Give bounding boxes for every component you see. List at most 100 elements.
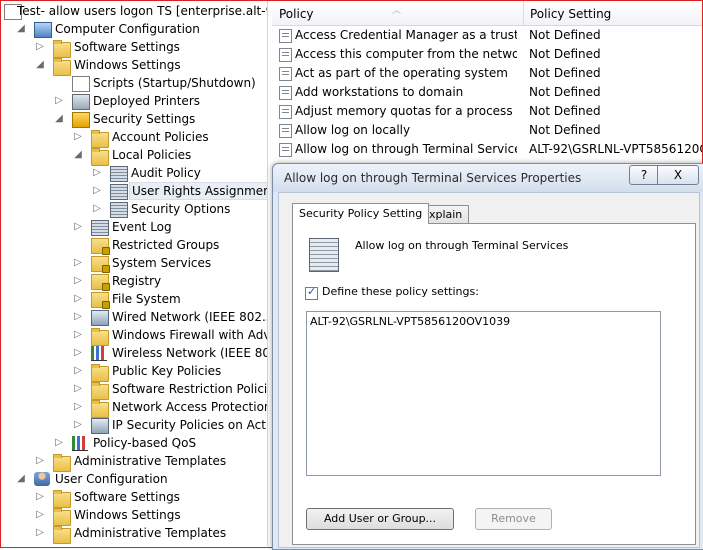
expand-icon[interactable]: ▷ (35, 488, 45, 506)
script-icon (72, 76, 90, 92)
policy-icon (110, 166, 128, 182)
expand-icon[interactable]: ▷ (35, 524, 45, 542)
expand-icon[interactable]: ▷ (35, 38, 45, 56)
policy-setting-cell: ALT-92\GSRLNL-VPT5856120OV1 (529, 142, 702, 156)
tree-node[interactable]: ▷ IP Security Policies on Active Dire (1, 416, 267, 434)
dialog-client: Security Policy Setting Explain Allow lo… (278, 192, 700, 548)
expand-icon[interactable]: ▷ (73, 290, 83, 308)
expand-icon[interactable]: ▷ (54, 434, 64, 452)
expand-icon[interactable]: ▷ (35, 452, 45, 470)
tree-node[interactable]: ◢ Computer Configuration (1, 20, 267, 38)
user-group-list[interactable]: ALT-92\GSRLNL-VPT5856120OV1039 (306, 311, 661, 476)
tree-node[interactable]: ▷ Windows Settings (1, 506, 267, 526)
expand-icon[interactable]: ▷ (92, 164, 102, 182)
tree-node-label: Windows Firewall with Advanced (112, 328, 267, 342)
tree-node[interactable]: ▷ Software Settings (1, 488, 267, 508)
table-row[interactable]: Access this computer from the network Not… (272, 45, 702, 64)
remove-button[interactable]: Remove (475, 508, 552, 530)
tree-node[interactable]: ▷ Network Access Protection (1, 398, 267, 418)
tree-node[interactable]: Scripts (Startup/Shutdown) (1, 74, 267, 92)
tree-node[interactable]: ◢ User Configuration (1, 470, 267, 488)
tree-node[interactable]: ◢ Local Policies (1, 146, 267, 166)
expand-icon[interactable]: ▷ (73, 272, 83, 290)
computer-icon (34, 22, 52, 38)
policy-item-icon (279, 48, 292, 62)
add-user-or-group-button[interactable]: Add User or Group... (306, 508, 454, 530)
tree-node[interactable]: Test- allow users logon TS [enterprise.a… (1, 2, 267, 20)
tree-node[interactable]: ▷ Wired Network (IEEE 802.3) Polici (1, 308, 267, 326)
policy-item-icon (279, 124, 292, 138)
tree-node[interactable]: ▷ Software Restriction Policies (1, 380, 267, 400)
define-settings-checkbox[interactable] (305, 285, 318, 300)
table-row[interactable]: Allow log on through Terminal Services AL… (272, 140, 702, 159)
collapse-icon[interactable]: ◢ (16, 470, 26, 488)
tree-node[interactable]: ▷ User Rights Assignment (1, 182, 267, 200)
table-row[interactable]: Add workstations to domain Not Defined (272, 83, 702, 102)
expand-icon[interactable]: ▷ (73, 344, 83, 362)
expand-icon[interactable]: ▷ (35, 506, 45, 524)
tree-node-label: Scripts (Startup/Shutdown) (93, 76, 256, 90)
tree-node[interactable]: ▷ Public Key Policies (1, 362, 267, 382)
tree-node[interactable]: ▷ Security Options (1, 200, 267, 218)
tree-node[interactable]: ▷ Deployed Printers (1, 92, 267, 110)
tree-node[interactable]: ▷ Policy-based QoS (1, 434, 267, 452)
tab-security-policy-setting[interactable]: Security Policy Setting (292, 203, 430, 224)
expand-icon[interactable]: ▷ (73, 362, 83, 380)
tree-node[interactable]: ▷ Windows Firewall with Advanced (1, 326, 267, 346)
dialog-titlebar[interactable]: Allow log on through Terminal Services P… (273, 164, 703, 192)
tree-node-label: Event Log (112, 220, 172, 234)
expand-icon[interactable]: ▷ (92, 182, 102, 200)
tab-panel: Allow log on through Terminal Services D… (292, 223, 696, 545)
expand-icon[interactable]: ▷ (73, 380, 83, 398)
tree-node[interactable]: ◢ Windows Settings (1, 56, 267, 76)
tree-node[interactable]: Restricted Groups (1, 236, 267, 255)
expand-icon[interactable]: ▷ (73, 326, 83, 344)
expand-icon[interactable]: ▷ (73, 218, 83, 236)
tree-node[interactable]: ▷ Administrative Templates (1, 452, 267, 472)
locked-folder-icon (91, 292, 110, 309)
expand-icon[interactable]: ▷ (92, 200, 102, 218)
expand-icon[interactable]: ▷ (73, 128, 83, 146)
tree-node[interactable]: ▷ System Services (1, 254, 267, 273)
collapse-icon[interactable]: ◢ (35, 56, 45, 74)
define-settings-label[interactable]: Define these policy settings: (322, 285, 479, 298)
tree-node[interactable]: ▷ Registry (1, 272, 267, 291)
tree-node[interactable]: ▷ Software Settings (1, 38, 267, 58)
tree-node-label: User Configuration (55, 472, 168, 486)
tree-node[interactable]: ◢ Security Settings (1, 110, 267, 128)
locked-folder-icon (91, 238, 110, 255)
tree-node[interactable]: ▷ Audit Policy (1, 164, 267, 182)
collapse-icon[interactable]: ◢ (54, 110, 64, 128)
tree-node[interactable]: ▷ Account Policies (1, 128, 267, 148)
tree-node-label: Administrative Templates (74, 454, 227, 468)
list-item[interactable]: ALT-92\GSRLNL-VPT5856120OV1039 (310, 315, 510, 328)
table-row[interactable]: Allow log on locally Not Defined (272, 121, 702, 140)
tree-node[interactable]: ▷ Wireless Network (IEEE 802.11) Po (1, 344, 267, 362)
policy-item-icon (279, 105, 292, 119)
close-button[interactable]: X (657, 165, 699, 185)
table-row[interactable]: Adjust memory quotas for a process Not De… (272, 102, 702, 121)
user-icon (34, 472, 50, 486)
policy-list[interactable]: Policy ︿ Policy Setting Access Credential… (272, 1, 702, 167)
collapse-icon[interactable]: ◢ (16, 20, 26, 38)
table-row[interactable]: Access Credential Manager as a trusted c… (272, 26, 702, 45)
column-header-policy-setting[interactable]: Policy Setting (523, 1, 702, 25)
collapse-icon[interactable]: ◢ (73, 146, 83, 164)
list-header: Policy ︿ Policy Setting (272, 1, 702, 26)
expand-icon[interactable]: ▷ (73, 416, 83, 434)
console-tree[interactable]: Test- allow users logon TS [enterprise.a… (1, 1, 268, 546)
help-button[interactable]: ? (629, 165, 659, 185)
expand-icon[interactable]: ▷ (73, 308, 83, 326)
expand-icon[interactable]: ▷ (73, 254, 83, 272)
column-header-policy[interactable]: Policy ︿ (272, 1, 524, 25)
policy-setting-cell: Not Defined (529, 85, 601, 99)
tree-node[interactable]: ▷ Event Log (1, 218, 267, 236)
expand-icon[interactable]: ▷ (73, 398, 83, 416)
tree-node[interactable]: ▷ Administrative Templates (1, 524, 267, 544)
policy-item-icon (279, 143, 292, 157)
table-row[interactable]: Act as part of the operating system Not D… (272, 64, 702, 83)
policy-name-cell: Access this computer from the network (295, 47, 517, 61)
tree-node[interactable]: ▷ File System (1, 290, 267, 309)
policy-name-cell: Allow log on locally (295, 123, 411, 137)
expand-icon[interactable]: ▷ (54, 92, 64, 110)
